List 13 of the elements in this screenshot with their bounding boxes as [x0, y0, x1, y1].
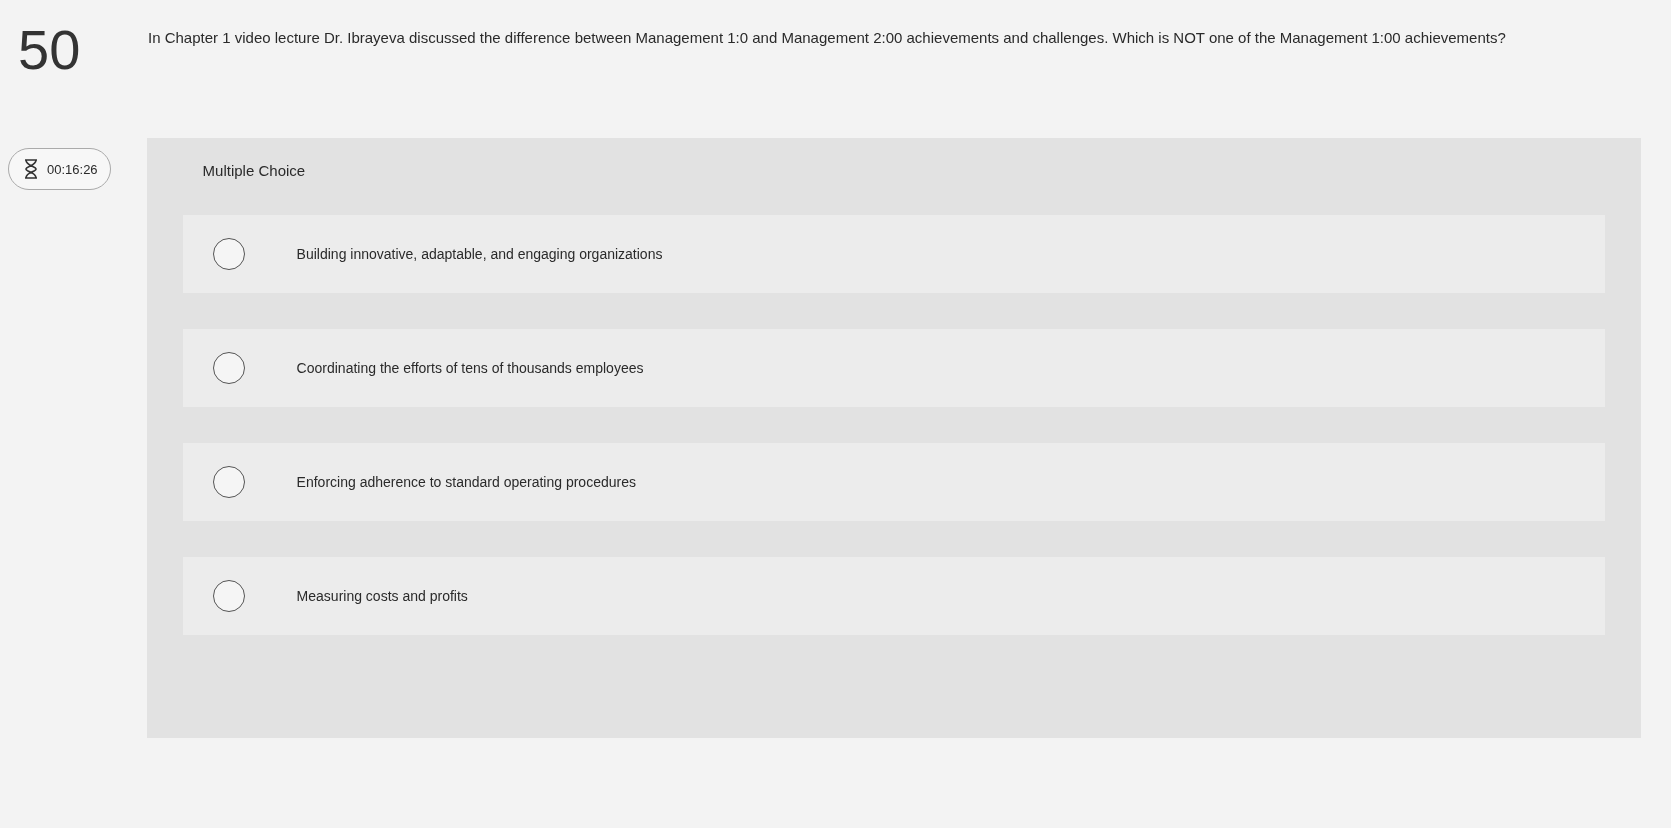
answer-option[interactable]: Measuring costs and profits: [182, 557, 1605, 635]
question-type: Multiple Choice: [201, 162, 306, 179]
question-text: In Chapter 1 video lecture Dr. Ibrayeva discussed the difference between Management 1:0 and Management 2:00 achievements and challenges. Which is NOT one of the Management 1:00 achievements?: [148, 28, 1506, 48]
radio-button[interactable]: [212, 580, 245, 612]
hourglass-icon: [23, 159, 39, 179]
answer-option[interactable]: Enforcing adherence to standard operating procedures: [182, 443, 1605, 521]
answer-option[interactable]: Coordinating the efforts of tens of thousands employees: [182, 329, 1605, 407]
question-number: 50: [18, 22, 82, 78]
answer-option[interactable]: Building innovative, adaptable, and engaging organizations: [182, 215, 1605, 293]
radio-button[interactable]: [212, 466, 245, 498]
radio-button[interactable]: [212, 352, 245, 384]
radio-button[interactable]: [212, 238, 245, 270]
timer-text: 00:16:26: [47, 161, 98, 177]
